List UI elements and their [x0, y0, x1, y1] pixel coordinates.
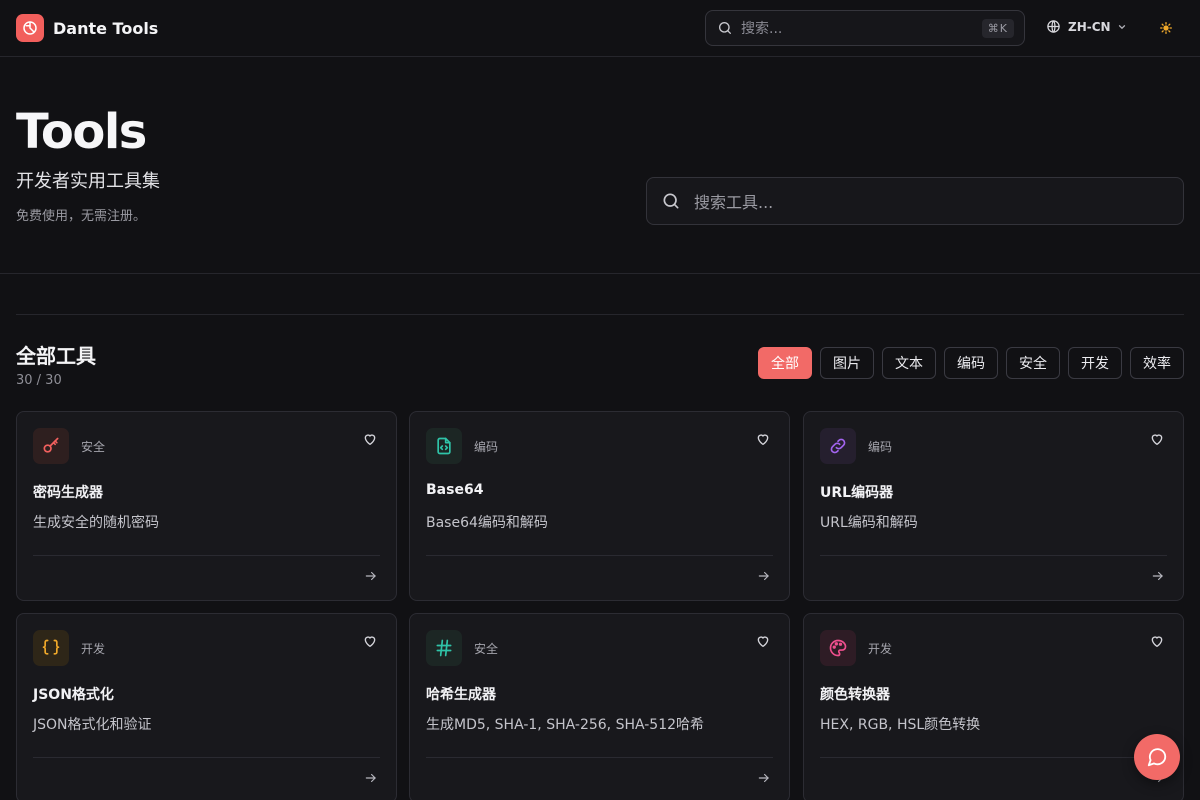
tool-description: JSON格式化和验证 [33, 717, 152, 733]
brand-name[interactable]: Dante Tools [53, 19, 158, 38]
language-label: ZH-CN [1068, 19, 1111, 34]
divider [33, 555, 380, 556]
tool-card-password-generator[interactable]: 安全 密码生成器 生成安全的随机密码 [16, 411, 397, 601]
tool-search-placeholder: 搜索工具... [694, 193, 774, 212]
tool-card-json-formatter[interactable]: 开发 JSON格式化 JSON格式化和验证 [16, 613, 397, 800]
filter-all[interactable]: 全部 [758, 347, 812, 379]
heart-icon[interactable] [1149, 633, 1165, 649]
key-icon [33, 428, 69, 464]
tool-card-hash-generator[interactable]: 安全 哈希生成器 生成MD5, SHA-1, SHA-256, SHA-512哈… [409, 613, 790, 800]
tool-description: HEX, RGB, HSL颜色转换 [820, 717, 981, 733]
heart-icon[interactable] [1149, 431, 1165, 447]
divider [426, 757, 773, 758]
filter-security[interactable]: 安全 [1006, 347, 1060, 379]
filter-encoding[interactable]: 编码 [944, 347, 998, 379]
heart-icon[interactable] [362, 431, 378, 447]
divider [33, 757, 380, 758]
heart-icon[interactable] [755, 633, 771, 649]
filter-productivity[interactable]: 效率 [1130, 347, 1184, 379]
search-shortcut-badge: ⌘K [981, 18, 1014, 38]
tool-description: 生成安全的随机密码 [33, 515, 159, 531]
divider [0, 273, 1200, 274]
chat-button[interactable] [1134, 734, 1180, 780]
filter-image[interactable]: 图片 [820, 347, 874, 379]
message-circle-icon [1147, 748, 1167, 767]
file-code-icon [426, 428, 462, 464]
tool-name: 密码生成器 [33, 485, 103, 501]
tool-description: URL编码和解码 [820, 515, 918, 531]
globe-icon [1047, 20, 1060, 33]
filter-development[interactable]: 开发 [1068, 347, 1122, 379]
arrow-right-icon[interactable] [1151, 569, 1165, 583]
divider [16, 314, 1184, 315]
arrow-right-icon[interactable] [757, 569, 771, 583]
filter-text[interactable]: 文本 [882, 347, 936, 379]
tool-name: URL编码器 [820, 485, 894, 501]
tool-count: 30 / 30 [16, 373, 62, 388]
tool-search-input[interactable]: 搜索工具... [646, 177, 1184, 225]
tool-name: 哈希生成器 [426, 687, 496, 703]
header-search-placeholder: 搜索... [741, 21, 783, 37]
tool-card-base64[interactable]: 编码 Base64 Base64编码和解码 [409, 411, 790, 601]
language-selector[interactable]: ZH-CN [1046, 19, 1127, 34]
divider [820, 555, 1167, 556]
link-icon [820, 428, 856, 464]
tool-category: 编码 [868, 440, 893, 454]
tool-category: 开发 [868, 642, 893, 656]
divider [426, 555, 773, 556]
arrow-right-icon[interactable] [364, 569, 378, 583]
category-filters: 全部 图片 文本 编码 安全 开发 效率 [758, 347, 1184, 379]
arrow-right-icon[interactable] [757, 771, 771, 785]
heart-icon[interactable] [362, 633, 378, 649]
hash-icon [426, 630, 462, 666]
chevron-down-icon [1118, 24, 1125, 29]
tool-description: 生成MD5, SHA-1, SHA-256, SHA-512哈希 [426, 717, 705, 733]
header-search-input[interactable]: 搜索... ⌘K [705, 10, 1025, 46]
search-icon [719, 22, 731, 34]
tool-name: Base64 [426, 482, 484, 498]
tool-category: 开发 [81, 642, 106, 656]
tool-category: 安全 [81, 440, 106, 454]
sun-icon[interactable] [1158, 20, 1174, 36]
logo-icon[interactable] [16, 14, 44, 42]
page-note: 免费使用，无需注册。 [16, 209, 147, 224]
tool-description: Base64编码和解码 [426, 515, 548, 531]
heart-icon[interactable] [755, 431, 771, 447]
arrow-right-icon[interactable] [364, 771, 378, 785]
palette-icon [820, 630, 856, 666]
tool-name: 颜色转换器 [820, 687, 890, 703]
page-subtitle: 开发者实用工具集 [16, 171, 160, 192]
page-title: Tools [16, 104, 147, 160]
tool-card-url-encoder[interactable]: 编码 URL编码器 URL编码和解码 [803, 411, 1184, 601]
tool-card-color-converter[interactable]: 开发 颜色转换器 HEX, RGB, HSL颜色转换 [803, 613, 1184, 800]
search-icon [663, 193, 679, 209]
section-title: 全部工具 [16, 344, 96, 368]
divider [820, 757, 1167, 758]
tool-name: JSON格式化 [33, 687, 114, 703]
braces-icon [33, 630, 69, 666]
tool-category: 编码 [474, 440, 499, 454]
tool-category: 安全 [474, 642, 499, 656]
